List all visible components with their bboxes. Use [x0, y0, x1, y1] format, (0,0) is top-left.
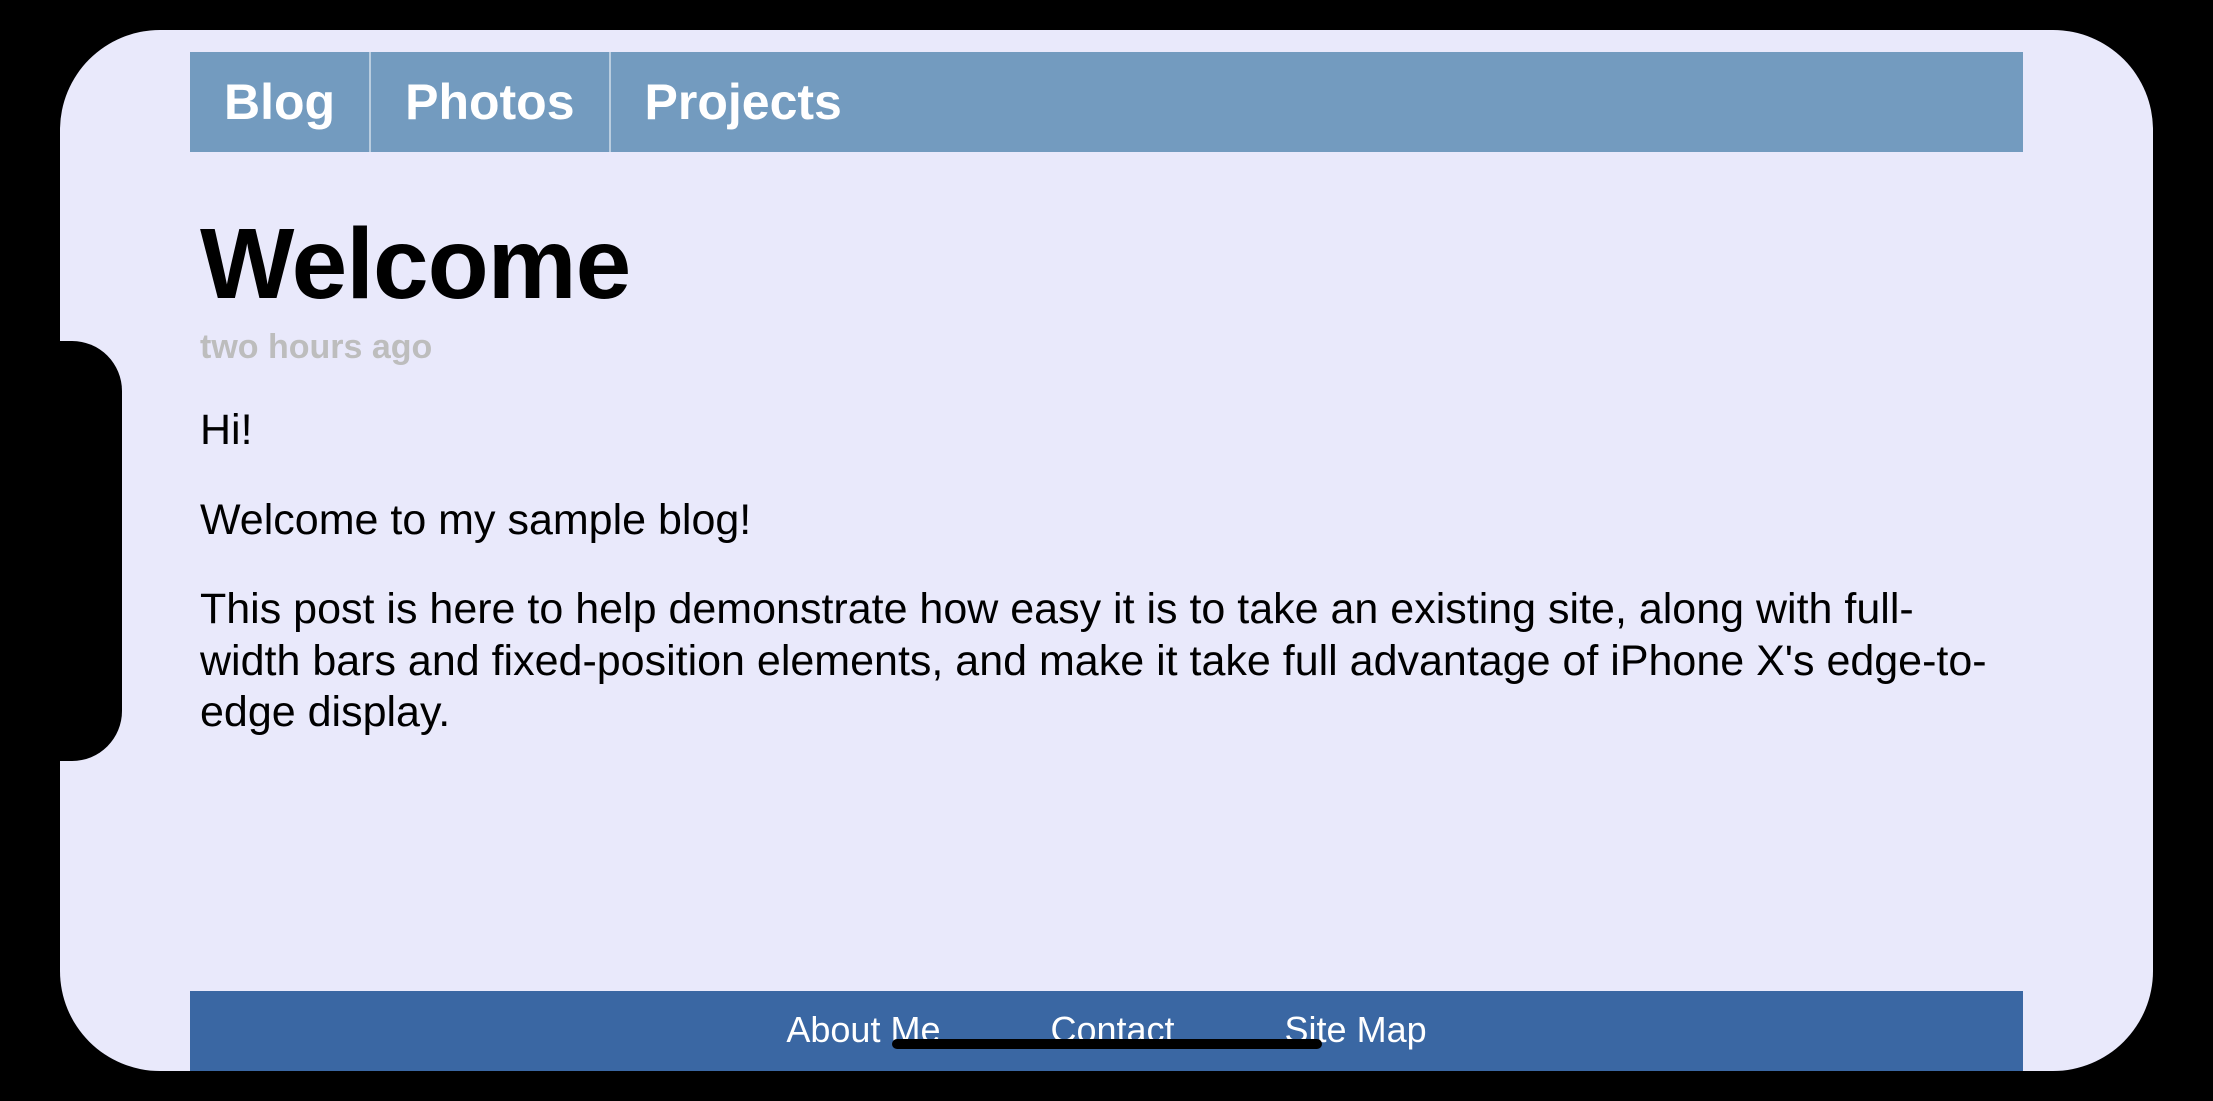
bottom-nav: About Me Contact Site Map — [190, 991, 2023, 1071]
top-nav-tab-label: Photos — [405, 73, 574, 131]
device-screen: Blog Photos Projects Welcome two hours a… — [60, 30, 2153, 1071]
device-frame: Blog Photos Projects Welcome two hours a… — [0, 0, 2213, 1101]
device-speaker-slit — [395, 0, 815, 12]
device-mute-switch — [190, 1085, 260, 1101]
top-nav-tab-photos[interactable]: Photos — [371, 52, 610, 152]
post-timestamp: two hours ago — [200, 328, 2013, 367]
top-nav-tab-label: Blog — [224, 73, 335, 131]
top-nav-tab-projects[interactable]: Projects — [611, 52, 876, 152]
post-paragraph: This post is here to help demonstrate ho… — [200, 584, 2013, 739]
page-content: Blog Photos Projects Welcome two hours a… — [190, 52, 2023, 1071]
device-volume-up — [300, 1085, 460, 1101]
post-title: Welcome — [200, 207, 2013, 322]
blog-post: Welcome two hours ago Hi! Welcome to my … — [190, 152, 2023, 939]
post-paragraph: Welcome to my sample blog! — [200, 495, 2013, 547]
device-bezel: Blog Photos Projects Welcome two hours a… — [10, 10, 2203, 1091]
top-nav: Blog Photos Projects — [190, 52, 2023, 152]
post-paragraph: Hi! — [200, 405, 2013, 457]
device-volume-down — [500, 1085, 660, 1101]
home-indicator[interactable] — [892, 1039, 1322, 1049]
device-notch — [60, 341, 122, 761]
top-nav-tab-blog[interactable]: Blog — [190, 52, 371, 152]
top-nav-tab-label: Projects — [645, 73, 842, 131]
